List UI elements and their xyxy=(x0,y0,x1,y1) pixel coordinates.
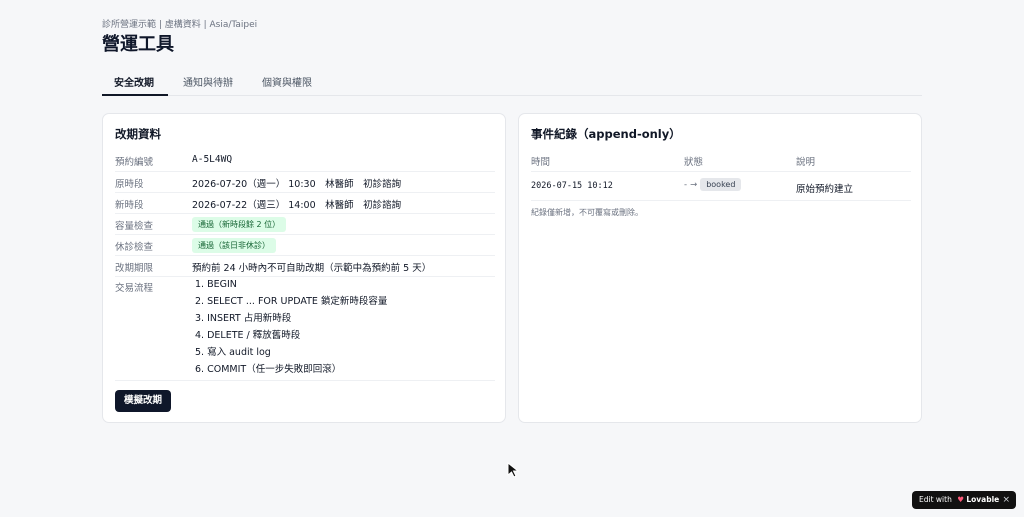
capacity-status-badge: 通過（新時段餘 2 位） xyxy=(192,217,287,232)
page-meta: 診所營運示範 | 虛構資料 | Asia/Taipei xyxy=(102,20,258,30)
badge-prefix: Edit with xyxy=(919,495,952,504)
table-row: 2026-07-15 10:12 - → booked 原始預約建立 xyxy=(531,171,911,201)
transaction-step: 2. SELECT ... FOR UPDATE 鎖定新時段容量 xyxy=(195,296,388,307)
tab-notifications[interactable]: 通知與待辦 xyxy=(183,74,233,89)
row-new-slot: 新時段 2026-07-22（週三） 14:00 林醫師 初診諮詢 xyxy=(115,193,495,214)
row-label: 交易流程 xyxy=(115,283,154,294)
row-closure-check: 休診檢查 通過（該日非休診） xyxy=(115,235,495,256)
status-badge: booked xyxy=(700,178,742,191)
badge-brand: Lovable xyxy=(966,495,1000,504)
closure-check-cell: 通過（該日非休診） xyxy=(192,238,276,253)
event-log-card: 事件紀錄（append-only） 時間 狀態 說明 2026-07-15 10… xyxy=(518,113,922,423)
row-booking-id: 預約編號 A-5L4WQ xyxy=(115,151,495,172)
tab-bar: 安全改期 通知與待辦 個資與權限 xyxy=(102,66,922,96)
from-status: - xyxy=(684,180,688,190)
row-label: 休診檢查 xyxy=(115,242,154,253)
event-status: - → booked xyxy=(684,178,742,191)
reschedule-card-title: 改期資料 xyxy=(115,127,161,141)
arrow-right-icon: → xyxy=(690,180,698,190)
active-tab-indicator xyxy=(102,94,168,96)
row-original-slot: 原時段 2026-07-20（週一） 10:30 林醫師 初診諮詢 xyxy=(115,172,495,193)
row-label: 改期期限 xyxy=(115,263,154,274)
transaction-step: 3. INSERT 占用新時段 xyxy=(195,313,292,324)
original-slot-value: 2026-07-20（週一） 10:30 林醫師 初診諮詢 xyxy=(192,179,402,190)
new-slot-value: 2026-07-22（週三） 14:00 林醫師 初診諮詢 xyxy=(192,200,402,211)
row-label: 新時段 xyxy=(115,200,144,211)
row-reschedule-deadline: 改期期限 預約前 24 小時內不可自助改期（示範中為預約前 5 天） xyxy=(115,256,495,277)
column-header-time: 時間 xyxy=(531,157,551,168)
capacity-check-cell: 通過（新時段餘 2 位） xyxy=(192,217,287,232)
column-header-status: 狀態 xyxy=(684,157,704,168)
event-log-title: 事件紀錄（append-only） xyxy=(531,127,681,141)
booking-id-value: A-5L4WQ xyxy=(192,154,233,165)
event-time: 2026-07-15 10:12 xyxy=(531,181,613,191)
mouse-cursor-icon xyxy=(507,462,520,478)
row-transaction-flow: 交易流程 1. BEGIN 2. SELECT ... FOR UPDATE 鎖… xyxy=(115,277,495,381)
row-label: 容量檢查 xyxy=(115,221,154,232)
transaction-step: 4. DELETE / 釋放舊時段 xyxy=(195,330,301,341)
lovable-heart-icon: ♥ xyxy=(957,495,964,504)
reschedule-card: 改期資料 預約編號 A-5L4WQ 原時段 2026-07-20（週一） 10:… xyxy=(102,113,506,423)
row-label: 原時段 xyxy=(115,179,144,190)
deadline-value: 預約前 24 小時內不可自助改期（示範中為預約前 5 天） xyxy=(192,263,432,274)
column-header-description: 說明 xyxy=(796,157,816,168)
transaction-step: 5. 寫入 audit log xyxy=(195,347,271,358)
transaction-step: 1. BEGIN xyxy=(195,279,237,290)
event-description: 原始預約建立 xyxy=(796,184,854,195)
append-only-note: 紀錄僅新增，不可覆寫或刪除。 xyxy=(531,208,643,217)
close-icon[interactable]: × xyxy=(1002,491,1010,509)
page-title: 營運工具 xyxy=(102,34,174,55)
transaction-step: 6. COMMIT（任一步失敗即回滾） xyxy=(195,364,342,375)
closure-status-badge: 通過（該日非休診） xyxy=(192,238,276,253)
edit-with-lovable-badge[interactable]: Edit with ♥ Lovable × xyxy=(912,491,1016,509)
tab-privacy-permissions[interactable]: 個資與權限 xyxy=(262,74,312,89)
simulate-reschedule-button[interactable]: 模擬改期 xyxy=(115,390,172,412)
row-capacity-check: 容量檢查 通過（新時段餘 2 位） xyxy=(115,214,495,235)
transaction-steps: 1. BEGIN 2. SELECT ... FOR UPDATE 鎖定新時段容… xyxy=(195,276,387,378)
tab-safe-reschedule[interactable]: 安全改期 xyxy=(114,74,154,89)
row-label: 預約編號 xyxy=(115,157,154,168)
